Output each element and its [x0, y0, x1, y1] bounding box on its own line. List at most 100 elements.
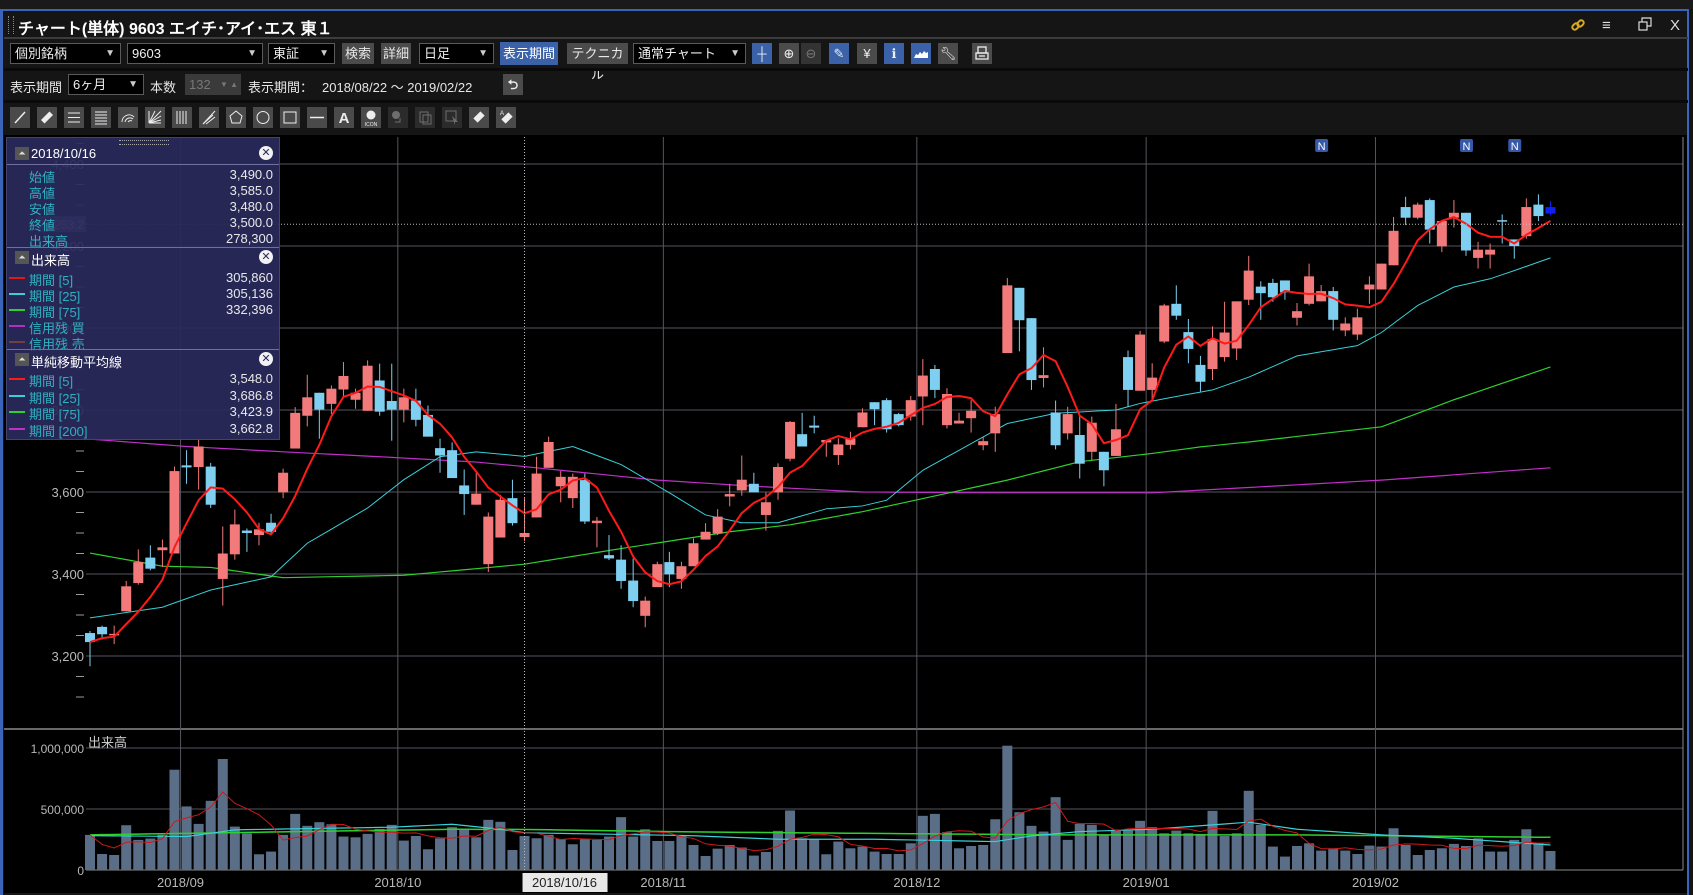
candle-body[interactable]	[724, 494, 735, 497]
candle-body[interactable]	[1183, 332, 1194, 349]
volume-bar[interactable]	[748, 855, 759, 870]
candle-body[interactable]	[1050, 412, 1061, 446]
candle-body[interactable]	[555, 476, 566, 487]
crosshair-icon[interactable]: ┼	[752, 43, 772, 64]
volume-bar[interactable]	[1219, 835, 1230, 870]
volume-bar[interactable]	[241, 833, 252, 870]
wrench-icon[interactable]: 🔧︎	[938, 43, 958, 64]
candle-body[interactable]	[1497, 220, 1508, 222]
volume-bar[interactable]	[1473, 838, 1484, 870]
volume-bar[interactable]	[833, 841, 844, 870]
volume-bar[interactable]	[1545, 850, 1556, 870]
volume-bar[interactable]	[954, 848, 965, 870]
volume-bar[interactable]	[579, 838, 590, 870]
candlestick[interactable]	[1460, 212, 1471, 256]
chart-canvas[interactable]: 3,2003,4003,6003,8004,0004,2004,4000500,…	[0, 0, 1693, 895]
volume-bar[interactable]	[350, 837, 361, 870]
volume-bar[interactable]	[688, 844, 699, 870]
candle-body[interactable]	[1062, 414, 1073, 434]
volume-bar[interactable]	[1255, 824, 1266, 870]
candle-body[interactable]	[1352, 317, 1363, 335]
candle-body[interactable]	[447, 450, 458, 479]
candle-body[interactable]	[1074, 435, 1085, 464]
volume-bar[interactable]	[507, 849, 518, 870]
candle-body[interactable]	[833, 444, 844, 456]
printer-icon[interactable]	[972, 43, 992, 64]
candle-body[interactable]	[1243, 270, 1254, 300]
candle-body[interactable]	[1533, 204, 1544, 217]
volume-bar[interactable]	[966, 845, 977, 870]
stepper-arrows-icon[interactable]: ▼ ▲	[220, 74, 238, 95]
candlestick[interactable]	[1026, 318, 1037, 390]
candle-body[interactable]	[1292, 311, 1302, 318]
candle-body[interactable]	[157, 547, 168, 551]
candle-body[interactable]	[459, 485, 470, 495]
candle-body[interactable]	[652, 564, 663, 588]
volume-bar[interactable]	[193, 823, 204, 870]
volume-bar[interactable]	[85, 834, 95, 870]
candlestick[interactable]	[785, 421, 796, 462]
candle-body[interactable]	[1135, 334, 1146, 391]
candle-body[interactable]	[1460, 212, 1471, 251]
zoom-in-icon[interactable]: ⊕	[779, 43, 799, 64]
volume-bar[interactable]	[1183, 833, 1194, 870]
candlestick[interactable]	[652, 561, 663, 588]
volume-bar[interactable]	[1243, 790, 1254, 870]
candle-body[interactable]	[1038, 375, 1049, 379]
candle-body[interactable]	[1364, 284, 1375, 290]
volume-bar[interactable]	[1533, 843, 1544, 870]
volume-bar[interactable]	[1436, 848, 1447, 870]
candle-body[interactable]	[543, 441, 554, 468]
volume-bar[interactable]	[1352, 854, 1363, 870]
volume-bar[interactable]	[628, 836, 639, 870]
volume-bar[interactable]	[1388, 828, 1399, 870]
candle-body[interactable]	[869, 402, 880, 410]
candle-body[interactable]	[205, 466, 216, 505]
volume-bar[interactable]	[1038, 831, 1049, 870]
volume-bar[interactable]	[1328, 848, 1339, 870]
volume-bar[interactable]	[362, 833, 373, 870]
volume-bar[interactable]	[797, 838, 808, 870]
volume-bar[interactable]	[1267, 846, 1278, 870]
volume-bar[interactable]	[591, 839, 602, 870]
candle-body[interactable]	[772, 466, 783, 493]
volume-bar[interactable]	[724, 844, 735, 870]
volume-bar[interactable]	[941, 832, 952, 870]
volume-bar[interactable]	[736, 847, 747, 870]
news-marker[interactable]: N	[1508, 139, 1522, 153]
candle-body[interactable]	[929, 369, 940, 390]
candle-body[interactable]	[1545, 207, 1556, 214]
volume-bar[interactable]	[567, 844, 578, 870]
info-icon[interactable]: ℹ	[884, 43, 904, 64]
zoom-out-icon[interactable]: ⊖	[801, 43, 821, 64]
candle-body[interactable]	[748, 483, 759, 493]
volume-bar[interactable]	[857, 846, 868, 870]
candlestick[interactable]	[483, 512, 494, 572]
candle-body[interactable]	[435, 448, 446, 456]
info-panel[interactable]: ⏶ 2018/10/16 ✕ 始値 3,490.0 高値 3,585.0 安値 3,480…	[6, 137, 280, 440]
close-section-icon[interactable]: ✕	[259, 250, 273, 264]
three-lines-icon[interactable]	[64, 107, 84, 128]
restore-icon[interactable]	[1638, 17, 1652, 35]
yen-icon[interactable]: ¥	[857, 43, 877, 64]
candle-body[interactable]	[1002, 285, 1013, 354]
candle-body[interactable]	[1207, 339, 1218, 369]
volume-bar[interactable]	[266, 851, 277, 870]
candle-body[interactable]	[471, 493, 482, 505]
volume-bar[interactable]	[1195, 833, 1206, 870]
candle-body[interactable]	[785, 421, 796, 459]
candle-body[interactable]	[314, 392, 325, 410]
title-bar[interactable]: チャート(単体) 9603 エイチ･アイ･エス 東１ ≡ X	[4, 11, 1688, 39]
volume-bar[interactable]	[1424, 849, 1435, 870]
volume-bar[interactable]	[410, 835, 421, 870]
candle-body[interactable]	[1328, 291, 1339, 320]
category-select[interactable]: 個別銘柄 ▼	[10, 43, 121, 64]
volume-bar[interactable]	[712, 848, 723, 870]
volume-bar[interactable]	[1098, 834, 1109, 870]
volume-bar[interactable]	[97, 854, 108, 870]
candle-body[interactable]	[1412, 204, 1423, 218]
volume-bar[interactable]	[555, 838, 566, 870]
trend-line-icon[interactable]	[10, 107, 30, 128]
candle-body[interactable]	[97, 626, 108, 635]
volume-bar[interactable]	[1074, 823, 1085, 870]
